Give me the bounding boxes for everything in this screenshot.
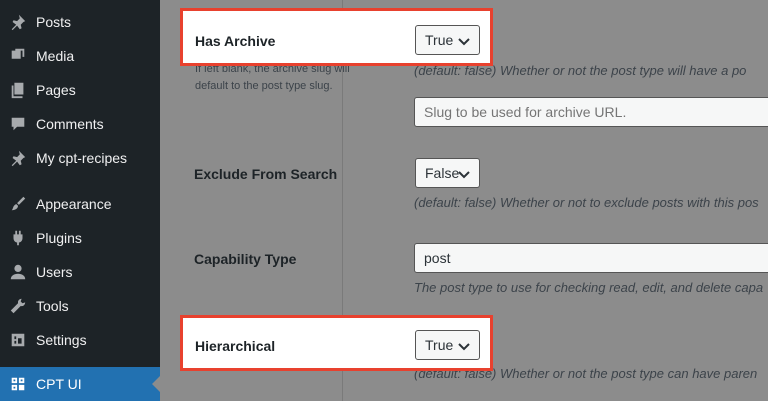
exclude-from-search-select[interactable]: False — [415, 158, 480, 188]
chevron-down-icon — [457, 339, 471, 353]
exclude-from-search-description: (default: false) Whether or not to exclu… — [414, 195, 759, 210]
chevron-down-icon — [457, 167, 471, 181]
capability-type-input[interactable]: post — [414, 243, 768, 273]
has-archive-help: If left blank, the archive slug will def… — [195, 63, 350, 92]
hierarchical-highlight: Hierarchical True — [180, 315, 493, 371]
exclude-from-search-label: Exclude From Search — [194, 166, 338, 182]
archive-slug-input[interactable]: Slug to be used for archive URL. — [414, 97, 768, 127]
user-icon — [0, 263, 36, 281]
pin-icon — [0, 149, 36, 167]
pin-icon — [0, 13, 36, 31]
cpt-ui-icon — [0, 375, 36, 393]
select-value: False — [425, 165, 460, 181]
sidebar-item-label: Users — [36, 264, 73, 280]
sidebar-item-label: Plugins — [36, 230, 82, 246]
sidebar-item-posts[interactable]: Posts — [0, 5, 160, 39]
has-archive-highlight: Has Archive True — [180, 8, 493, 66]
sidebar-item-label: My cpt-recipes — [36, 150, 128, 166]
settings-icon — [0, 331, 36, 349]
sidebar-item-comments[interactable]: Comments — [0, 107, 160, 141]
has-archive-label: Has Archive — [195, 33, 276, 49]
select-value: True — [425, 32, 454, 48]
active-indicator — [152, 376, 160, 392]
has-archive-select[interactable]: True — [415, 25, 480, 55]
sidebar-item-label: Comments — [36, 116, 104, 132]
sidebar-item-media[interactable]: Media — [0, 39, 160, 73]
settings-form: If left blank, the archive slug will def… — [160, 0, 768, 401]
hierarchical-label: Hierarchical — [195, 338, 276, 354]
sidebar-item-label: Posts — [36, 14, 72, 30]
capability-type-label: Capability Type — [194, 251, 297, 267]
sidebar-item-plugins[interactable]: Plugins — [0, 221, 160, 255]
select-value: True — [425, 337, 454, 353]
sidebar-item-label: Settings — [36, 332, 87, 348]
capability-type-description: The post type to use for checking read, … — [414, 280, 764, 295]
sidebar-item-appearance[interactable]: Appearance — [0, 187, 160, 221]
media-icon — [0, 47, 36, 65]
plugin-icon — [0, 229, 36, 247]
sidebar-item-users[interactable]: Users — [0, 255, 160, 289]
sidebar-item-tools[interactable]: Tools — [0, 289, 160, 323]
admin-sidebar: Posts Media Pages Comments My cpt-recipe… — [0, 0, 160, 401]
brush-icon — [0, 195, 36, 213]
sidebar-item-settings[interactable]: Settings — [0, 323, 160, 357]
sidebar-item-label: CPT UI — [36, 376, 82, 392]
comments-icon — [0, 115, 36, 133]
chevron-down-icon — [457, 34, 471, 48]
hierarchical-select[interactable]: True — [415, 330, 480, 360]
sidebar-item-pages[interactable]: Pages — [0, 73, 160, 107]
sidebar-item-cpt-ui[interactable]: CPT UI — [0, 367, 160, 401]
pages-icon — [0, 81, 36, 99]
sidebar-item-label: Media — [36, 48, 75, 64]
sidebar-item-label: Appearance — [36, 196, 112, 212]
sidebar-item-label: Tools — [36, 298, 69, 314]
sidebar-item-label: Pages — [36, 82, 76, 98]
wrench-icon — [0, 297, 36, 315]
sidebar-item-my-cpt-recipes[interactable]: My cpt-recipes — [0, 141, 160, 175]
